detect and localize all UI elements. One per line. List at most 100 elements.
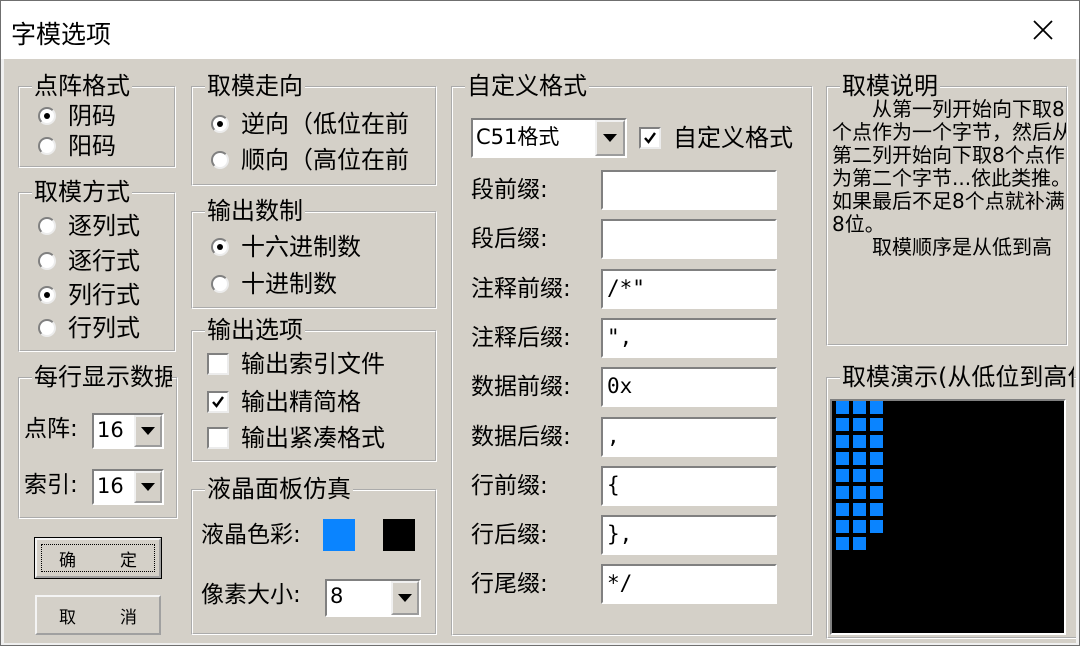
chevron-down-icon[interactable] [595,120,625,156]
description-clip: 从第一列开始向下取8个点作为一个字节，然后从第二列开始向下取8个点作为第二个字节… [828,88,1066,344]
radio-reverse-direction[interactable]: 逆向（低位在前 [211,110,409,138]
radio-column-mode[interactable]: 逐列式 [38,212,140,240]
checkbox-output-compact-format[interactable]: 输出紧凑格式 [207,424,385,452]
custom-field-label: 行后缀: [471,522,548,548]
checkbox-label: 输出紧凑格式 [241,424,385,452]
radio-label: 逐行式 [68,247,140,275]
demo-pixel [870,401,883,414]
dot-count-label: 点阵: [24,416,78,442]
group-radix: 输出数制 十六进制数 十进制数 [191,197,437,309]
group-title: 液晶面板仿真 [205,475,353,503]
radio-negative-code[interactable]: 阴码 [38,102,116,130]
radio-label: 阴码 [68,102,116,130]
group-title: 取模方式 [32,178,132,206]
custom-field-input[interactable]: */ [601,564,777,604]
radio-label: 逆向（低位在前 [241,110,409,138]
checkmark-icon [644,132,656,144]
dot-count-select[interactable]: 16 [92,413,164,449]
demo-pixel [870,435,883,448]
title-bar: 字模选项 [1,1,1079,59]
demo-pixel [853,469,866,482]
group-scan-mode: 取模方式 逐列式 逐行式 列行式 行列式 [18,178,176,352]
description-text: 从第一列开始向下取8个点作为一个字节，然后从第二列开始向下取8个点作为第二个字节… [832,97,1066,259]
group-lcd-simulation: 液晶面板仿真 液晶色彩: 像素大小: 8 [191,475,437,635]
custom-field-label: 段后缀: [471,226,548,252]
output-options-list: 输出索引文件 输出精简格 输出紧凑格式 [193,332,435,460]
radio-indicator [38,319,56,337]
cancel-label-char-1: 取 [59,607,76,628]
demo-pixel [853,503,866,516]
radio-indicator [211,275,229,293]
radio-indicator [211,238,229,256]
demo-pixel [853,486,866,499]
cancel-button[interactable]: 取 消 [35,595,161,635]
custom-field-input[interactable]: , [601,417,777,457]
chevron-down-icon[interactable] [391,581,419,615]
lcd-color-label: 液晶色彩: [201,522,301,548]
checkbox-custom-format[interactable]: 自定义格式 [639,124,793,152]
checkbox-label: 输出索引文件 [241,350,385,378]
cancel-label-char-2: 消 [120,607,137,628]
lcd-background-color-swatch[interactable] [383,519,415,551]
chevron-down-icon[interactable] [134,471,162,503]
radio-positive-code[interactable]: 阳码 [38,132,116,160]
radio-hexadecimal[interactable]: 十六进制数 [211,233,361,261]
lcd-foreground-color-swatch[interactable] [323,519,355,551]
group-output-options: 输出选项 输出索引文件 输出精简格 输出紧凑格式 [191,316,437,462]
group-title: 点阵格式 [32,72,132,100]
radio-label: 顺向（高位在前 [241,146,409,174]
radio-column-row-mode[interactable]: 列行式 [38,281,140,309]
close-button[interactable] [1007,1,1079,59]
demo-pixel [853,418,866,431]
custom-field-input[interactable] [601,170,777,210]
dot-count-value: 16 [97,418,124,442]
group-title: 取模演示(从低位到高位) [840,363,1074,391]
custom-field-input[interactable]: /*" [601,269,777,309]
demo-pixel [836,486,849,499]
ok-button[interactable]: 确 定 [34,537,162,579]
chevron-down-icon[interactable] [134,415,162,447]
custom-field-label: 数据后缀: [471,424,571,450]
index-count-label: 索引: [24,472,78,498]
checkbox-label: 输出精简格 [241,388,361,416]
ok-label-char-1: 确 [59,550,76,571]
checkbox-output-index-file[interactable]: 输出索引文件 [207,350,385,378]
group-custom-format: 自定义格式 C51格式 自定义格式 段前缀: 段后缀: 注释前缀: /*" 注释后缀: "… [451,72,813,636]
custom-format-check-clip: 自定义格式 [639,122,809,156]
radio-forward-direction[interactable]: 顺向（高位在前 [211,146,409,174]
custom-field-label: 数据前缀: [471,374,571,400]
demo-pixel [836,418,849,431]
checkbox-output-compact-lite[interactable]: 输出精简格 [207,388,361,416]
demo-canvas [830,399,1066,635]
radio-indicator [38,286,56,304]
radio-row-column-mode[interactable]: 行列式 [38,314,140,342]
radio-indicator [211,115,229,133]
group-title: 每行显示数据 [32,363,172,391]
custom-field-input[interactable]: }, [601,515,777,555]
custom-field-input[interactable]: 0x [601,367,777,407]
custom-field-label: 注释后缀: [471,325,571,351]
window-title: 字模选项 [11,20,112,49]
radio-row-mode[interactable]: 逐行式 [38,247,140,275]
checkbox-indicator [207,391,229,413]
pixel-size-select[interactable]: 8 [325,579,421,617]
custom-field-label: 行前缀: [471,473,548,499]
radio-decimal[interactable]: 十进制数 [211,270,337,298]
format-preset-select[interactable]: C51格式 [471,118,627,158]
demo-pixel [870,418,883,431]
group-description: 取模说明 从第一列开始向下取8个点作为一个字节，然后从第二列开始向下取8个点作为… [826,72,1068,346]
demo-pixel [836,520,849,533]
radio-indicator [38,137,56,155]
demo-pixel [853,452,866,465]
demo-pixel [836,401,849,414]
radio-label: 列行式 [68,281,140,309]
demo-pixel [853,520,866,533]
demo-pixel [836,469,849,482]
custom-field-input[interactable] [601,219,777,259]
format-preset-value: C51格式 [476,125,560,149]
custom-field-input[interactable]: { [601,466,777,506]
radio-label: 十进制数 [241,270,337,298]
index-count-select[interactable]: 16 [92,469,164,505]
radio-label: 行列式 [68,314,140,342]
custom-field-input[interactable]: ", [601,318,777,358]
